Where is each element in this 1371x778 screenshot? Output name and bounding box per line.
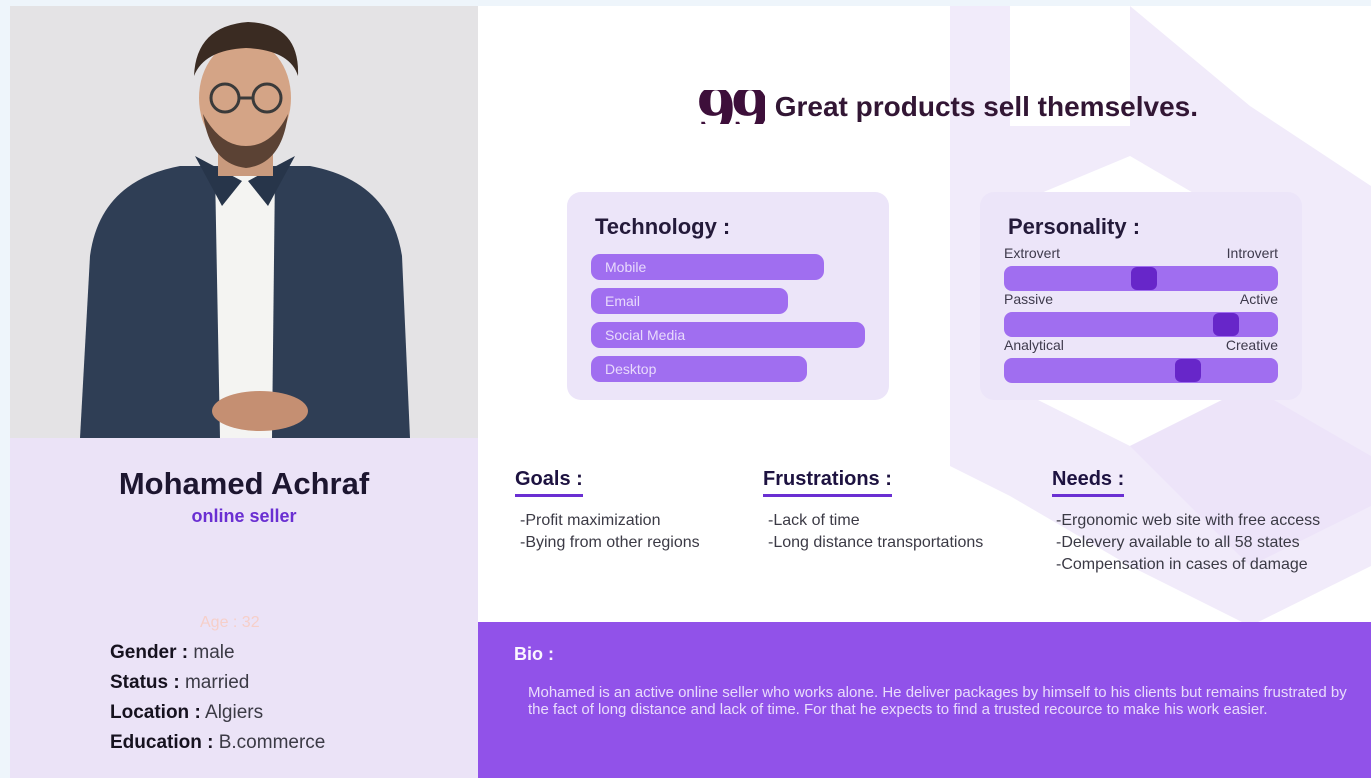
location-value: Algiers xyxy=(205,702,264,723)
status-label: Status : xyxy=(110,672,180,693)
tech-bar-email: Email xyxy=(591,288,788,314)
trait-extrovert-introvert: Extrovert Introvert xyxy=(1004,244,1278,291)
trait-right-label: Introvert xyxy=(1226,245,1278,261)
tech-bar-mobile: Mobile xyxy=(591,254,824,280)
gender-value: male xyxy=(193,642,235,663)
technology-title: Technology : xyxy=(595,214,731,239)
list-item: -Profit maximization xyxy=(520,512,661,529)
location-label: Location : xyxy=(110,702,201,723)
persona-age: Age : 32 xyxy=(200,614,260,631)
gender-row: Gender : male xyxy=(110,638,325,668)
technology-card: Technology : Mobile Email Social Media D… xyxy=(567,192,889,400)
trait-left-label: Passive xyxy=(1004,291,1054,307)
trait-slider xyxy=(1004,266,1278,291)
tech-bar-social-media: Social Media xyxy=(591,322,865,348)
tech-bar-desktop: Desktop xyxy=(591,356,807,382)
education-value: B.commerce xyxy=(218,732,326,753)
status-row: Status : married xyxy=(110,668,325,698)
list-item: -Delevery available to all 58 states xyxy=(1056,534,1300,551)
bio-section: Bio : Mohamed is an active online seller… xyxy=(478,622,1371,778)
persona-details: Gender : male Status : married Location … xyxy=(110,638,325,758)
education-row: Education : B.commerce xyxy=(110,728,325,758)
list-item: -Lack of time xyxy=(768,512,860,529)
persona-role: online seller xyxy=(191,506,297,526)
quote-icon: 99 xyxy=(696,90,765,124)
location-row: Location : Algiers xyxy=(110,698,325,728)
status-value: married xyxy=(184,672,250,693)
trait-analytical-creative: Analytical Creative xyxy=(1004,336,1278,383)
goals-list: -Profit maximization -Bying from other r… xyxy=(520,510,700,554)
trait-knob xyxy=(1213,313,1239,336)
trait-slider xyxy=(1004,358,1278,383)
gender-label: Gender : xyxy=(110,642,189,663)
education-label: Education : xyxy=(110,732,214,753)
list-item: -Compensation in cases of damage xyxy=(1056,556,1308,573)
personality-card: Personality : Extrovert Introvert Passiv… xyxy=(980,192,1302,400)
needs-list: -Ergonomic web site with free access -De… xyxy=(1056,510,1320,576)
quote-text: Great products sell themselves. xyxy=(774,91,1198,122)
trait-slider xyxy=(1004,312,1278,337)
needs-title: Needs : xyxy=(1052,468,1125,497)
list-item: -Bying from other regions xyxy=(520,534,700,551)
trait-right-label: Active xyxy=(1239,291,1278,307)
trait-knob xyxy=(1131,267,1157,290)
bio-text: Mohamed is an active online seller who w… xyxy=(528,684,1347,718)
list-item: -Ergonomic web site with free access xyxy=(1056,512,1321,529)
personality-title: Personality : xyxy=(1008,214,1141,239)
trait-left-label: Analytical xyxy=(1004,337,1064,353)
quote: 99 Great products sell themselves. xyxy=(696,90,1198,124)
frustrations-title: Frustrations : xyxy=(763,468,892,497)
trait-right-label: Creative xyxy=(1225,337,1278,353)
goals-title: Goals : xyxy=(515,468,583,497)
frustrations-list: -Lack of time -Long distance transportat… xyxy=(768,510,983,554)
profile-panel: Mohamed Achraf online seller Age : 32 Ge… xyxy=(10,6,478,778)
persona-name: Mohamed Achraf xyxy=(118,466,370,501)
person-photo xyxy=(10,6,478,438)
trait-left-label: Extrovert xyxy=(1004,245,1061,261)
bio-title: Bio : xyxy=(514,644,554,664)
trait-passive-active: Passive Active xyxy=(1004,290,1278,337)
list-item: -Long distance transportations xyxy=(768,534,984,551)
trait-knob xyxy=(1175,359,1201,382)
persona-card: Mohamed Achraf online seller Age : 32 Ge… xyxy=(10,6,1371,778)
